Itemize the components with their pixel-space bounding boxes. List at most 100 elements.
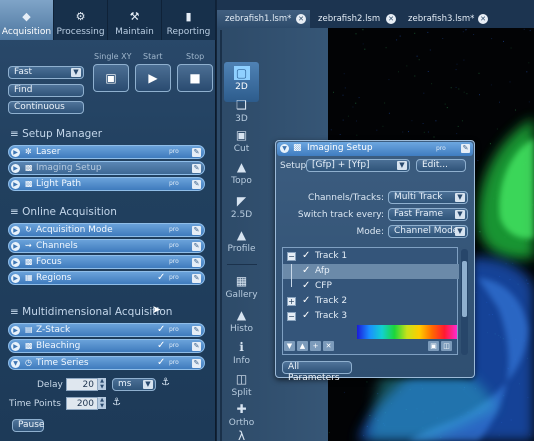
pause-button[interactable]: Pause xyxy=(12,419,44,432)
view-label: Info xyxy=(232,356,251,366)
arrow-down-icon[interactable]: ▼ xyxy=(284,341,295,351)
dialog-header[interactable]: ▼ ▩ Imaging Setup pro ✎ xyxy=(277,142,473,156)
checkmark-icon[interactable]: ✓ xyxy=(302,280,310,291)
find-button[interactable]: Find xyxy=(8,84,84,97)
channels-tracks-label: Channels/Tracks: xyxy=(308,193,384,203)
time-points-stepper[interactable]: ▲ ▼ xyxy=(98,397,106,409)
lambda-view-icon: λ xyxy=(237,429,246,441)
edit-icon[interactable]: ✎ xyxy=(192,180,201,189)
view-profile-button[interactable]: ▲ Profile xyxy=(224,224,259,264)
tool-row-channels[interactable]: ▶ ⇝ Channels pro ✎ xyxy=(8,239,205,253)
multidimensional-title: ≡ Multidimensional Acquisition xyxy=(10,306,172,318)
tool-row-z-stack[interactable]: ▶ ▤ Z-Stack ✓ pro ✎ xyxy=(8,323,205,337)
mode-select[interactable]: Channel Mode ▼ xyxy=(388,225,468,238)
tool-row-label: Acquisition Mode xyxy=(36,225,113,235)
view-lambda-button[interactable]: λ xyxy=(224,428,259,441)
tool-row-laser[interactable]: ▶ ✼ Laser pro ✎ xyxy=(8,145,205,159)
channel-label: Afp xyxy=(315,266,330,276)
checkmark-icon[interactable]: ✓ xyxy=(302,310,310,321)
close-icon[interactable]: ✕ xyxy=(478,14,488,24)
track-item[interactable]: − ✓ Track 1 xyxy=(283,249,459,264)
save-icon[interactable]: ▣ xyxy=(428,341,439,351)
tool-row-imaging-setup[interactable]: ▶ ▩ Imaging Setup ✎ xyxy=(8,161,205,175)
channels-icon: ⇝ xyxy=(25,241,32,250)
single-xy-label: Single XY xyxy=(94,52,132,61)
close-icon[interactable]: ✕ xyxy=(386,14,396,24)
doc-tab-label: zebrafish1.lsm* xyxy=(225,14,292,24)
tab-maintain[interactable]: ⚒ Maintain xyxy=(108,0,162,40)
mouse-cursor-icon: ➤ xyxy=(152,303,162,316)
setup-select[interactable]: [Gfp] + [Yfp] ▼ xyxy=(306,159,410,172)
edit-icon[interactable]: ✎ xyxy=(192,359,201,368)
gear-icon: ⚙ xyxy=(75,10,86,23)
collapse-icon[interactable]: − xyxy=(287,312,296,321)
tool-row-bleaching[interactable]: ▶ ▩ Bleaching ✓ pro ✎ xyxy=(8,339,205,353)
channel-item[interactable]: ✓ CFP xyxy=(283,279,459,294)
start-button[interactable]: ▶ xyxy=(135,64,171,92)
track-label: Track 2 xyxy=(315,296,348,306)
track-item[interactable]: + ✓ Track 2 xyxy=(283,294,459,309)
expand-icon: ▶ xyxy=(11,226,20,235)
edit-icon[interactable]: ✎ xyxy=(192,226,201,235)
tool-row-label: Focus xyxy=(36,257,62,267)
tool-row-time-series[interactable]: ▼ ◷ Time Series ✓ pro ✎ xyxy=(8,356,205,370)
delete-icon[interactable]: ✕ xyxy=(323,341,334,351)
edit-icon[interactable]: ✎ xyxy=(192,342,201,351)
delay-unit-select[interactable]: ms ▼ xyxy=(112,378,156,391)
folder-icon[interactable]: ◫ xyxy=(441,341,452,351)
3d-view-icon: ❑ xyxy=(236,98,247,112)
delay-input[interactable]: 20 xyxy=(66,378,98,391)
track-item[interactable]: − ✓ Track 3 xyxy=(283,309,459,324)
topo-view-icon: ▲ xyxy=(236,160,247,174)
edit-icon[interactable]: ✎ xyxy=(192,148,201,157)
tool-row-focus[interactable]: ▶ ▩ Focus pro ✎ xyxy=(8,255,205,269)
tool-row-light-path[interactable]: ▶ ▩ Light Path pro ✎ xyxy=(8,177,205,191)
checkmark-icon[interactable]: ✓ xyxy=(302,295,310,306)
close-icon[interactable]: ✕ xyxy=(296,14,306,24)
edit-icon[interactable]: ✎ xyxy=(192,164,201,173)
stop-button[interactable]: ■ xyxy=(177,64,213,92)
doc-tab-zebrafish1[interactable]: zebrafish1.lsm* ✕ xyxy=(217,10,310,28)
channel-item[interactable]: ✓ Afp xyxy=(283,264,459,279)
expand-icon: ▶ xyxy=(11,258,20,267)
lock-icon[interactable]: ⚓ xyxy=(161,377,170,388)
doc-tab-label: zebrafish2.lsm xyxy=(318,14,381,24)
doc-tab-zebrafish2[interactable]: zebrafish2.lsm ✕ xyxy=(310,10,400,28)
single-xy-button[interactable]: ▣ xyxy=(93,64,129,92)
tool-row-regions[interactable]: ▶ ▦ Regions ✓ pro ✎ xyxy=(8,271,205,285)
edit-icon[interactable]: ✎ xyxy=(192,274,201,283)
tab-reporting[interactable]: ▮ Reporting xyxy=(162,0,216,40)
speed-select-value: Fast xyxy=(14,67,33,77)
continuous-button[interactable]: Continuous xyxy=(8,101,84,114)
switch-track-select[interactable]: Fast Frame ▼ xyxy=(388,208,468,221)
edit-icon[interactable]: ✎ xyxy=(461,144,470,153)
doc-tab-zebrafish3[interactable]: zebrafish3.lsm* ✕ xyxy=(400,10,490,28)
delay-stepper[interactable]: ▲ ▼ xyxy=(98,378,106,390)
tab-acquisition[interactable]: ◆ Acquisition xyxy=(0,0,54,40)
speed-select[interactable]: Fast ▼ xyxy=(8,66,84,79)
tool-row-acquisition-mode[interactable]: ▶ ↻ Acquisition Mode pro ✎ xyxy=(8,223,205,237)
channels-tracks-select[interactable]: Multi Track ▼ xyxy=(388,191,468,204)
tab-processing[interactable]: ⚙ Processing xyxy=(54,0,108,40)
pro-badge: pro xyxy=(169,274,179,281)
mode-value: Channel Mode xyxy=(394,226,459,236)
edit-icon[interactable]: ✎ xyxy=(192,242,201,251)
unlock-icon[interactable]: ⚓ xyxy=(112,397,121,408)
add-icon[interactable]: + xyxy=(310,341,321,351)
channel-label: CFP xyxy=(315,281,332,291)
checkmark-icon[interactable]: ✓ xyxy=(302,265,310,276)
scrollbar-thumb[interactable] xyxy=(462,261,467,317)
chevron-down-icon: ▼ xyxy=(455,193,465,202)
2-5d-view-icon: ◤ xyxy=(236,194,247,208)
edit-button[interactable]: Edit... xyxy=(416,159,466,172)
checkmark-icon[interactable]: ✓ xyxy=(302,250,310,261)
time-points-input[interactable]: 200 xyxy=(66,397,98,410)
collapse-icon[interactable]: − xyxy=(287,252,296,261)
arrow-up-icon[interactable]: ▲ xyxy=(297,341,308,351)
edit-icon[interactable]: ✎ xyxy=(192,258,201,267)
all-parameters-button[interactable]: All Parameters xyxy=(282,361,352,383)
expand-icon[interactable]: + xyxy=(287,297,296,306)
tracks-scrollbar[interactable] xyxy=(461,249,468,355)
edit-icon[interactable]: ✎ xyxy=(192,326,201,335)
collapse-icon[interactable]: ▼ xyxy=(280,144,289,153)
